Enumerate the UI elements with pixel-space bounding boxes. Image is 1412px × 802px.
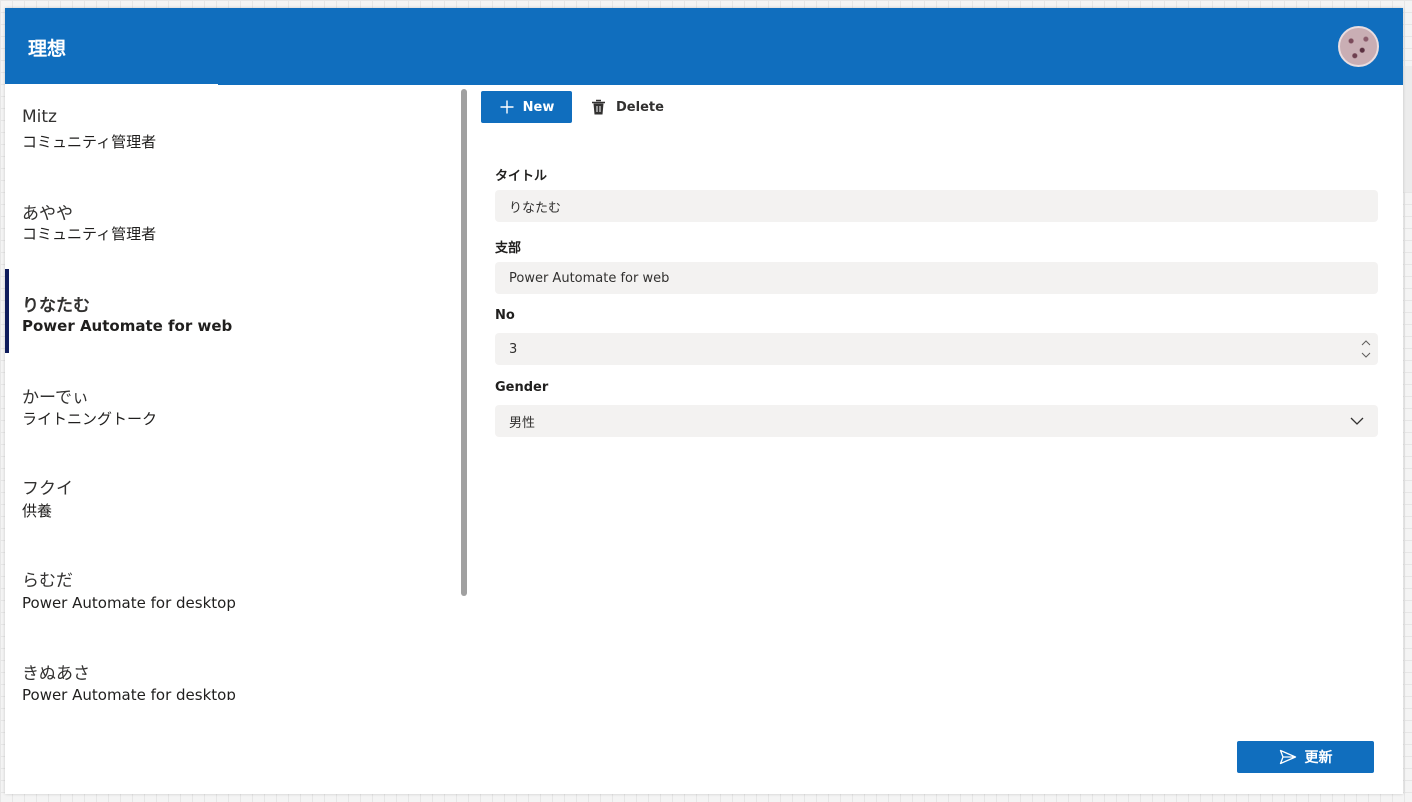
gallery-item-subtitle: ライトニングトーク [22, 410, 158, 428]
gender-dropdown[interactable]: 男性 [495, 405, 1378, 437]
delete-button[interactable]: Delete [591, 94, 681, 120]
gender-label: Gender [495, 380, 549, 395]
no-number-field[interactable]: 3 [495, 333, 1378, 365]
gallery-item[interactable]: らむだ Power Automate for desktop [5, 545, 460, 637]
update-button[interactable]: 更新 [1237, 741, 1374, 773]
trash-icon [592, 99, 605, 114]
page-title: 理想 [28, 38, 67, 60]
gallery-scrollbar[interactable] [461, 89, 467, 596]
title-field-value: りなたむ [509, 200, 562, 216]
gallery-item-subtitle: コミュニティ管理者 [22, 133, 157, 151]
branch-label: 支部 [495, 241, 522, 256]
gallery-item-subtitle: コミュニティ管理者 [22, 225, 157, 243]
gallery-item[interactable]: きぬあさ Power Automate for desktop [5, 637, 460, 700]
update-button-label: 更新 [1304, 750, 1333, 766]
gallery-item-name: かーでぃ [22, 388, 89, 408]
new-button-label: New [522, 99, 555, 115]
gallery-item[interactable]: フクイ 供養 [5, 453, 460, 545]
gallery-item-subtitle: 供養 [22, 502, 53, 520]
gallery-item-name: らむだ [22, 571, 73, 591]
avatar[interactable] [1338, 26, 1379, 67]
gender-selected-value: 男性 [509, 415, 536, 431]
gallery-item-subtitle: Power Automate for web [22, 317, 233, 335]
header-bar: 理想 [5, 8, 1403, 84]
records-gallery: Mitz コミュニティ管理者 あやや コミュニティ管理者 りなたむ Power … [5, 85, 467, 700]
gallery-item-name: りなたむ [22, 296, 90, 316]
delete-button-label: Delete [616, 99, 664, 115]
gallery-item-name: Mitz [22, 107, 57, 127]
background-panel-edge [1403, 66, 1412, 192]
gallery-item-name: フクイ [22, 479, 73, 499]
gallery-item-name: きぬあさ [22, 664, 90, 684]
gallery-item[interactable]: あやや コミュニティ管理者 [5, 177, 460, 269]
selection-indicator [5, 269, 9, 353]
gallery-item-subtitle: Power Automate for desktop [22, 686, 236, 700]
branch-field[interactable]: Power Automate for web [495, 262, 1378, 294]
gallery-item-selected[interactable]: りなたむ Power Automate for web [5, 269, 460, 361]
gallery-item[interactable]: かーでぃ ライトニングトーク [5, 361, 460, 453]
send-icon [1279, 749, 1296, 765]
gallery-item[interactable]: Mitz コミュニティ管理者 [5, 85, 460, 177]
chevron-down-icon [1350, 417, 1364, 425]
gallery-item-name: あやや [22, 204, 73, 224]
branch-field-value: Power Automate for web [509, 270, 670, 286]
title-field[interactable]: りなたむ [495, 190, 1378, 222]
plus-icon [500, 100, 514, 114]
spinner-arrows-icon[interactable] [1360, 338, 1372, 360]
no-label: No [495, 308, 515, 323]
gallery-item-subtitle: Power Automate for desktop [22, 594, 236, 612]
app-window: 理想 Mitz コミュニティ管理者 あやや コミュニティ管理者 りなたむ Pow… [5, 8, 1403, 794]
no-field-value: 3 [509, 341, 518, 357]
new-button[interactable]: New [481, 91, 572, 123]
title-label: タイトル [495, 169, 548, 184]
